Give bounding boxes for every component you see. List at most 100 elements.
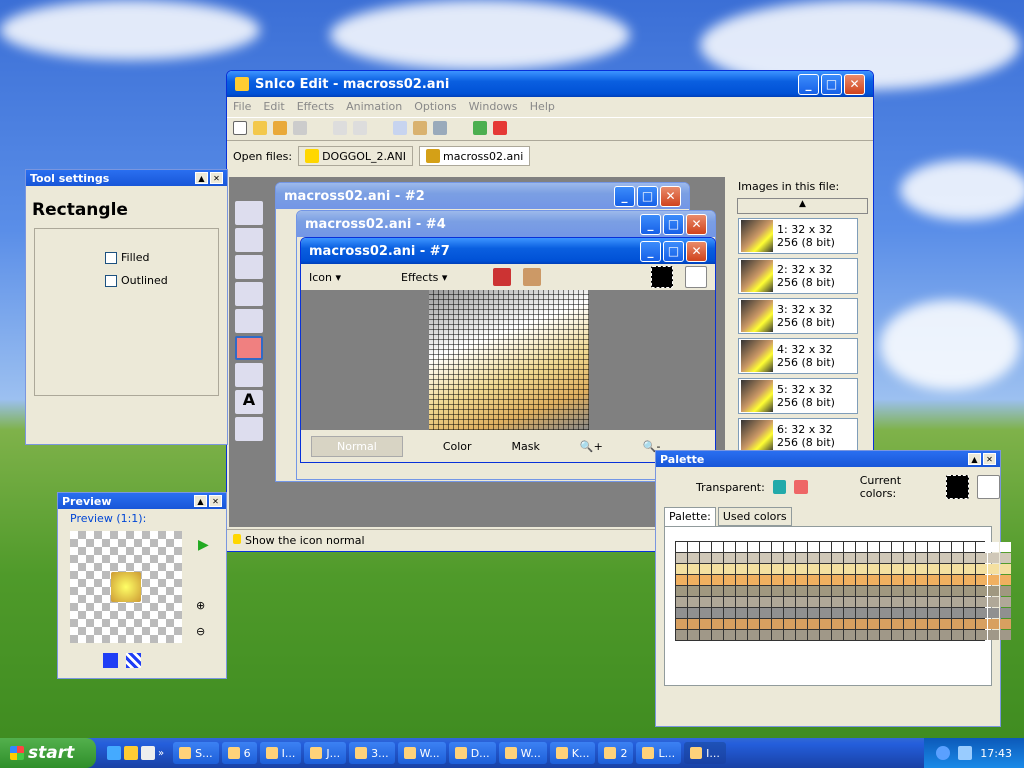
lasso-tool-icon[interactable] <box>235 417 263 441</box>
tab-normal[interactable]: Normal <box>311 435 403 457</box>
foreground-color-swatch[interactable] <box>651 266 673 288</box>
palette-swatch[interactable] <box>784 575 795 585</box>
palette-swatch[interactable] <box>892 630 903 640</box>
palette-swatch[interactable] <box>808 630 819 640</box>
palette-swatch[interactable] <box>856 608 867 618</box>
palette-swatch[interactable] <box>676 619 687 629</box>
palette-swatch[interactable] <box>952 608 963 618</box>
palette-swatch[interactable] <box>916 619 927 629</box>
palette-swatch[interactable] <box>940 586 951 596</box>
task-button[interactable]: I... <box>684 742 726 764</box>
preview-bg-checker-icon[interactable] <box>126 653 141 668</box>
palette-swatch[interactable] <box>952 553 963 563</box>
quicklaunch-more-icon[interactable]: » <box>158 748 164 759</box>
editor-quicklaunch-icon[interactable] <box>124 746 138 760</box>
menu-file[interactable]: File <box>233 100 251 114</box>
palette-swatch[interactable] <box>988 564 999 574</box>
palette-swatch[interactable] <box>928 553 939 563</box>
palette-swatch[interactable] <box>904 619 915 629</box>
palette-swatch[interactable] <box>748 597 759 607</box>
tab-color[interactable]: Color <box>443 440 472 453</box>
palette-swatch[interactable] <box>700 608 711 618</box>
palette-swatch[interactable] <box>796 630 807 640</box>
palette-swatch[interactable] <box>760 608 771 618</box>
palette-swatch[interactable] <box>868 542 879 552</box>
palette-swatch[interactable] <box>988 619 999 629</box>
child2-close-button[interactable]: ✕ <box>660 185 681 207</box>
preview-collapse-button[interactable]: ▲ <box>194 495 207 507</box>
rectangle-tool-icon[interactable] <box>235 336 263 360</box>
palette-swatch[interactable] <box>892 608 903 618</box>
palette-swatch[interactable] <box>784 619 795 629</box>
palette-swatch[interactable] <box>820 586 831 596</box>
palette-swatch[interactable] <box>844 586 855 596</box>
palette-swatch[interactable] <box>880 564 891 574</box>
task-button[interactable]: W... <box>397 742 446 764</box>
minimize-button[interactable]: _ <box>798 73 819 95</box>
palette-swatch[interactable] <box>796 542 807 552</box>
add-image-icon[interactable] <box>473 121 487 135</box>
outlined-checkbox[interactable] <box>105 274 117 287</box>
palette-swatch[interactable] <box>808 597 819 607</box>
palette-swatch[interactable] <box>916 630 927 640</box>
palette-swatch[interactable] <box>868 597 879 607</box>
palette-swatch[interactable] <box>724 608 735 618</box>
icon-dropdown[interactable]: Icon ▾ <box>309 271 389 284</box>
palette-swatch[interactable] <box>964 542 975 552</box>
palette-swatch[interactable] <box>964 564 975 574</box>
palette-swatch[interactable] <box>964 553 975 563</box>
palette-swatch[interactable] <box>892 586 903 596</box>
menu-animation[interactable]: Animation <box>346 100 402 114</box>
palette-swatch[interactable] <box>772 608 783 618</box>
palette-swatch[interactable] <box>760 542 771 552</box>
palette-swatch[interactable] <box>928 608 939 618</box>
close-button[interactable]: ✕ <box>844 73 865 95</box>
palette-swatch[interactable] <box>976 564 987 574</box>
palette-swatch[interactable] <box>904 630 915 640</box>
palette-swatch[interactable] <box>892 597 903 607</box>
undo-icon[interactable] <box>333 121 347 135</box>
palette-swatch[interactable] <box>832 608 843 618</box>
palette-swatch[interactable] <box>724 619 735 629</box>
palette-swatch[interactable] <box>952 630 963 640</box>
palette-grid[interactable] <box>675 541 1011 641</box>
palette-swatch[interactable] <box>748 564 759 574</box>
tray-arrow-icon[interactable] <box>936 746 951 760</box>
palette-swatch[interactable] <box>676 575 687 585</box>
tool-settings-close-button[interactable]: ✕ <box>210 172 223 184</box>
child-title-bar-7[interactable]: macross02.ani - #7 _ □ ✕ <box>301 238 715 264</box>
fill-tool-icon[interactable] <box>235 282 263 306</box>
palette-swatch[interactable] <box>976 597 987 607</box>
task-button[interactable]: K... <box>549 742 596 764</box>
palette-swatch[interactable] <box>988 608 999 618</box>
palette-swatch[interactable] <box>748 586 759 596</box>
open-icon[interactable] <box>253 121 267 135</box>
palette-swatch[interactable] <box>868 586 879 596</box>
start-button[interactable]: start <box>0 738 96 768</box>
palette-swatch[interactable] <box>772 619 783 629</box>
palette-swatch[interactable] <box>688 542 699 552</box>
palette-swatch[interactable] <box>976 608 987 618</box>
palette-swatch[interactable] <box>1000 586 1011 596</box>
palette-swatch[interactable] <box>712 608 723 618</box>
palette-swatch[interactable] <box>772 597 783 607</box>
palette-swatch[interactable] <box>724 630 735 640</box>
palette-swatch[interactable] <box>832 630 843 640</box>
child7-close-button[interactable]: ✕ <box>686 240 707 262</box>
palette-swatch[interactable] <box>916 553 927 563</box>
palette-swatch[interactable] <box>760 586 771 596</box>
palette-swatch[interactable] <box>820 553 831 563</box>
paste-icon[interactable] <box>413 121 427 135</box>
notepad-quicklaunch-icon[interactable] <box>141 746 155 760</box>
palette-swatch[interactable] <box>940 597 951 607</box>
palette-swatch[interactable] <box>844 542 855 552</box>
pencil-tool-icon[interactable] <box>235 228 263 252</box>
palette-swatch[interactable] <box>880 608 891 618</box>
task-button[interactable]: 3... <box>349 742 395 764</box>
palette-swatch[interactable] <box>988 553 999 563</box>
task-button[interactable]: W... <box>498 742 547 764</box>
palette-swatch[interactable] <box>1000 597 1011 607</box>
palette-swatch[interactable] <box>820 630 831 640</box>
palette-swatch[interactable] <box>724 553 735 563</box>
palette-swatch[interactable] <box>832 564 843 574</box>
